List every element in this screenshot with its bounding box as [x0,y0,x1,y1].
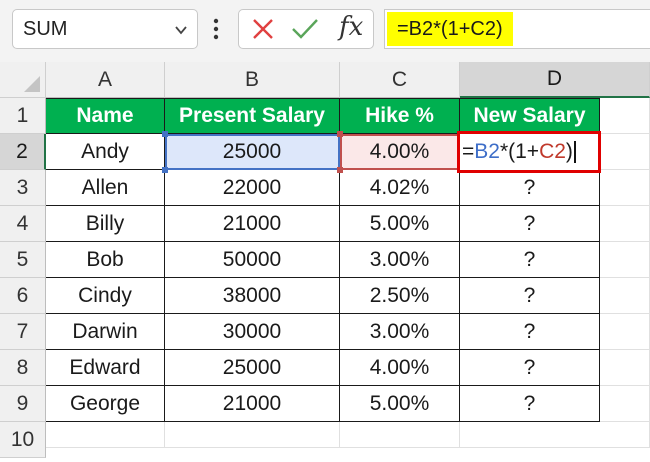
cancel-icon[interactable] [251,17,275,46]
empty-cell[interactable] [460,422,650,448]
chevron-down-icon[interactable] [173,22,189,43]
table-cell[interactable]: 21000 [165,206,340,242]
row-header-9[interactable]: 9 [0,386,46,422]
table-cell[interactable]: ? [460,314,600,350]
table-cell[interactable]: 38000 [165,278,340,314]
enter-check-icon[interactable] [291,17,319,46]
table-cell[interactable]: 5.00% [340,206,460,242]
row-header-1[interactable]: 1 [0,98,46,134]
formula-token-ref1: B2 [474,140,500,163]
row-header-4[interactable]: 4 [0,206,46,242]
formula-bar: SUM fx =B2*(1+C2) [0,0,650,62]
column-header-b[interactable]: B [165,62,340,98]
name-box[interactable]: SUM [12,9,198,49]
column-header-a[interactable]: A [46,62,165,98]
empty-cell[interactable] [46,422,165,448]
table-cell[interactable]: 50000 [165,242,340,278]
row-header-3[interactable]: 3 [0,170,46,206]
resize-handle[interactable] [162,167,168,173]
empty-cell[interactable] [600,242,650,278]
more-options-icon[interactable] [212,16,220,47]
empty-cell[interactable] [600,206,650,242]
table-cell[interactable]: 22000 [165,170,340,206]
row-header-10[interactable]: 10 [0,422,46,458]
empty-cell[interactable] [600,134,650,170]
table-cell[interactable]: 5.00% [340,386,460,422]
table-cell[interactable]: Andy [46,134,165,170]
table-cell[interactable]: ? [460,278,600,314]
table-cell[interactable]: Cindy [46,278,165,314]
formula-actions: fx [238,9,374,49]
table-header-cell[interactable]: New Salary [460,98,600,134]
table-cell[interactable]: 4.00% [340,134,460,170]
empty-cell[interactable] [600,170,650,206]
row-header-5[interactable]: 5 [0,242,46,278]
table-cell[interactable]: 30000 [165,314,340,350]
table-header-cell[interactable]: Hike % [340,98,460,134]
table-cell[interactable]: ? [460,170,600,206]
table-cell[interactable]: ? [460,350,600,386]
table-cell[interactable]: Bob [46,242,165,278]
row-header-6[interactable]: 6 [0,278,46,314]
table-cell[interactable]: 25000 [165,350,340,386]
empty-cell[interactable] [600,314,650,350]
table-cell[interactable]: Edward [46,350,165,386]
table-cell[interactable]: Darwin [46,314,165,350]
column-header-d[interactable]: D [460,62,650,98]
empty-cell[interactable] [600,98,650,134]
formula-token-ref2: C2 [539,140,566,163]
select-all-corner[interactable] [0,62,46,98]
empty-cell[interactable] [340,422,460,448]
text-cursor [573,141,576,163]
formula-token-op: *(1+ [499,140,540,163]
formula-token-close: ) [565,140,573,163]
table-cell[interactable]: Allen [46,170,165,206]
row-header-8[interactable]: 8 [0,350,46,386]
table-cell[interactable]: Billy [46,206,165,242]
table-cell[interactable]: George [46,386,165,422]
table-cell[interactable]: 2.50% [340,278,460,314]
table-cell[interactable]: ? [460,242,600,278]
table-cell[interactable]: 25000 [165,134,340,170]
table-cell[interactable]: 21000 [165,386,340,422]
row-header-7[interactable]: 7 [0,314,46,350]
empty-cell[interactable] [600,278,650,314]
resize-handle[interactable] [337,131,343,137]
table-cell[interactable]: ? [460,386,600,422]
table-header-cell[interactable]: Name [46,98,165,134]
resize-handle[interactable] [337,167,343,173]
editing-cell-d2[interactable]: = B2 *(1+ C2) [457,131,601,173]
table-cell[interactable]: 4.00% [340,350,460,386]
formula-input[interactable]: =B2*(1+C2) [384,9,650,49]
name-box-value: SUM [23,18,68,40]
formula-text: =B2*(1+C2) [387,12,513,46]
table-cell[interactable]: 4.02% [340,170,460,206]
empty-cell[interactable] [600,350,650,386]
column-header-c[interactable]: C [340,62,460,98]
formula-token-eq: = [462,140,475,163]
resize-handle[interactable] [162,131,168,137]
empty-cell[interactable] [600,386,650,422]
table-cell[interactable]: 3.00% [340,242,460,278]
row-header-2[interactable]: 2 [0,134,46,170]
table-header-cell[interactable]: Present Salary [165,98,340,134]
empty-cell[interactable] [165,422,340,448]
table-cell[interactable]: ? [460,206,600,242]
insert-function-button[interactable]: fx [339,12,363,42]
table-cell[interactable]: 3.00% [340,314,460,350]
